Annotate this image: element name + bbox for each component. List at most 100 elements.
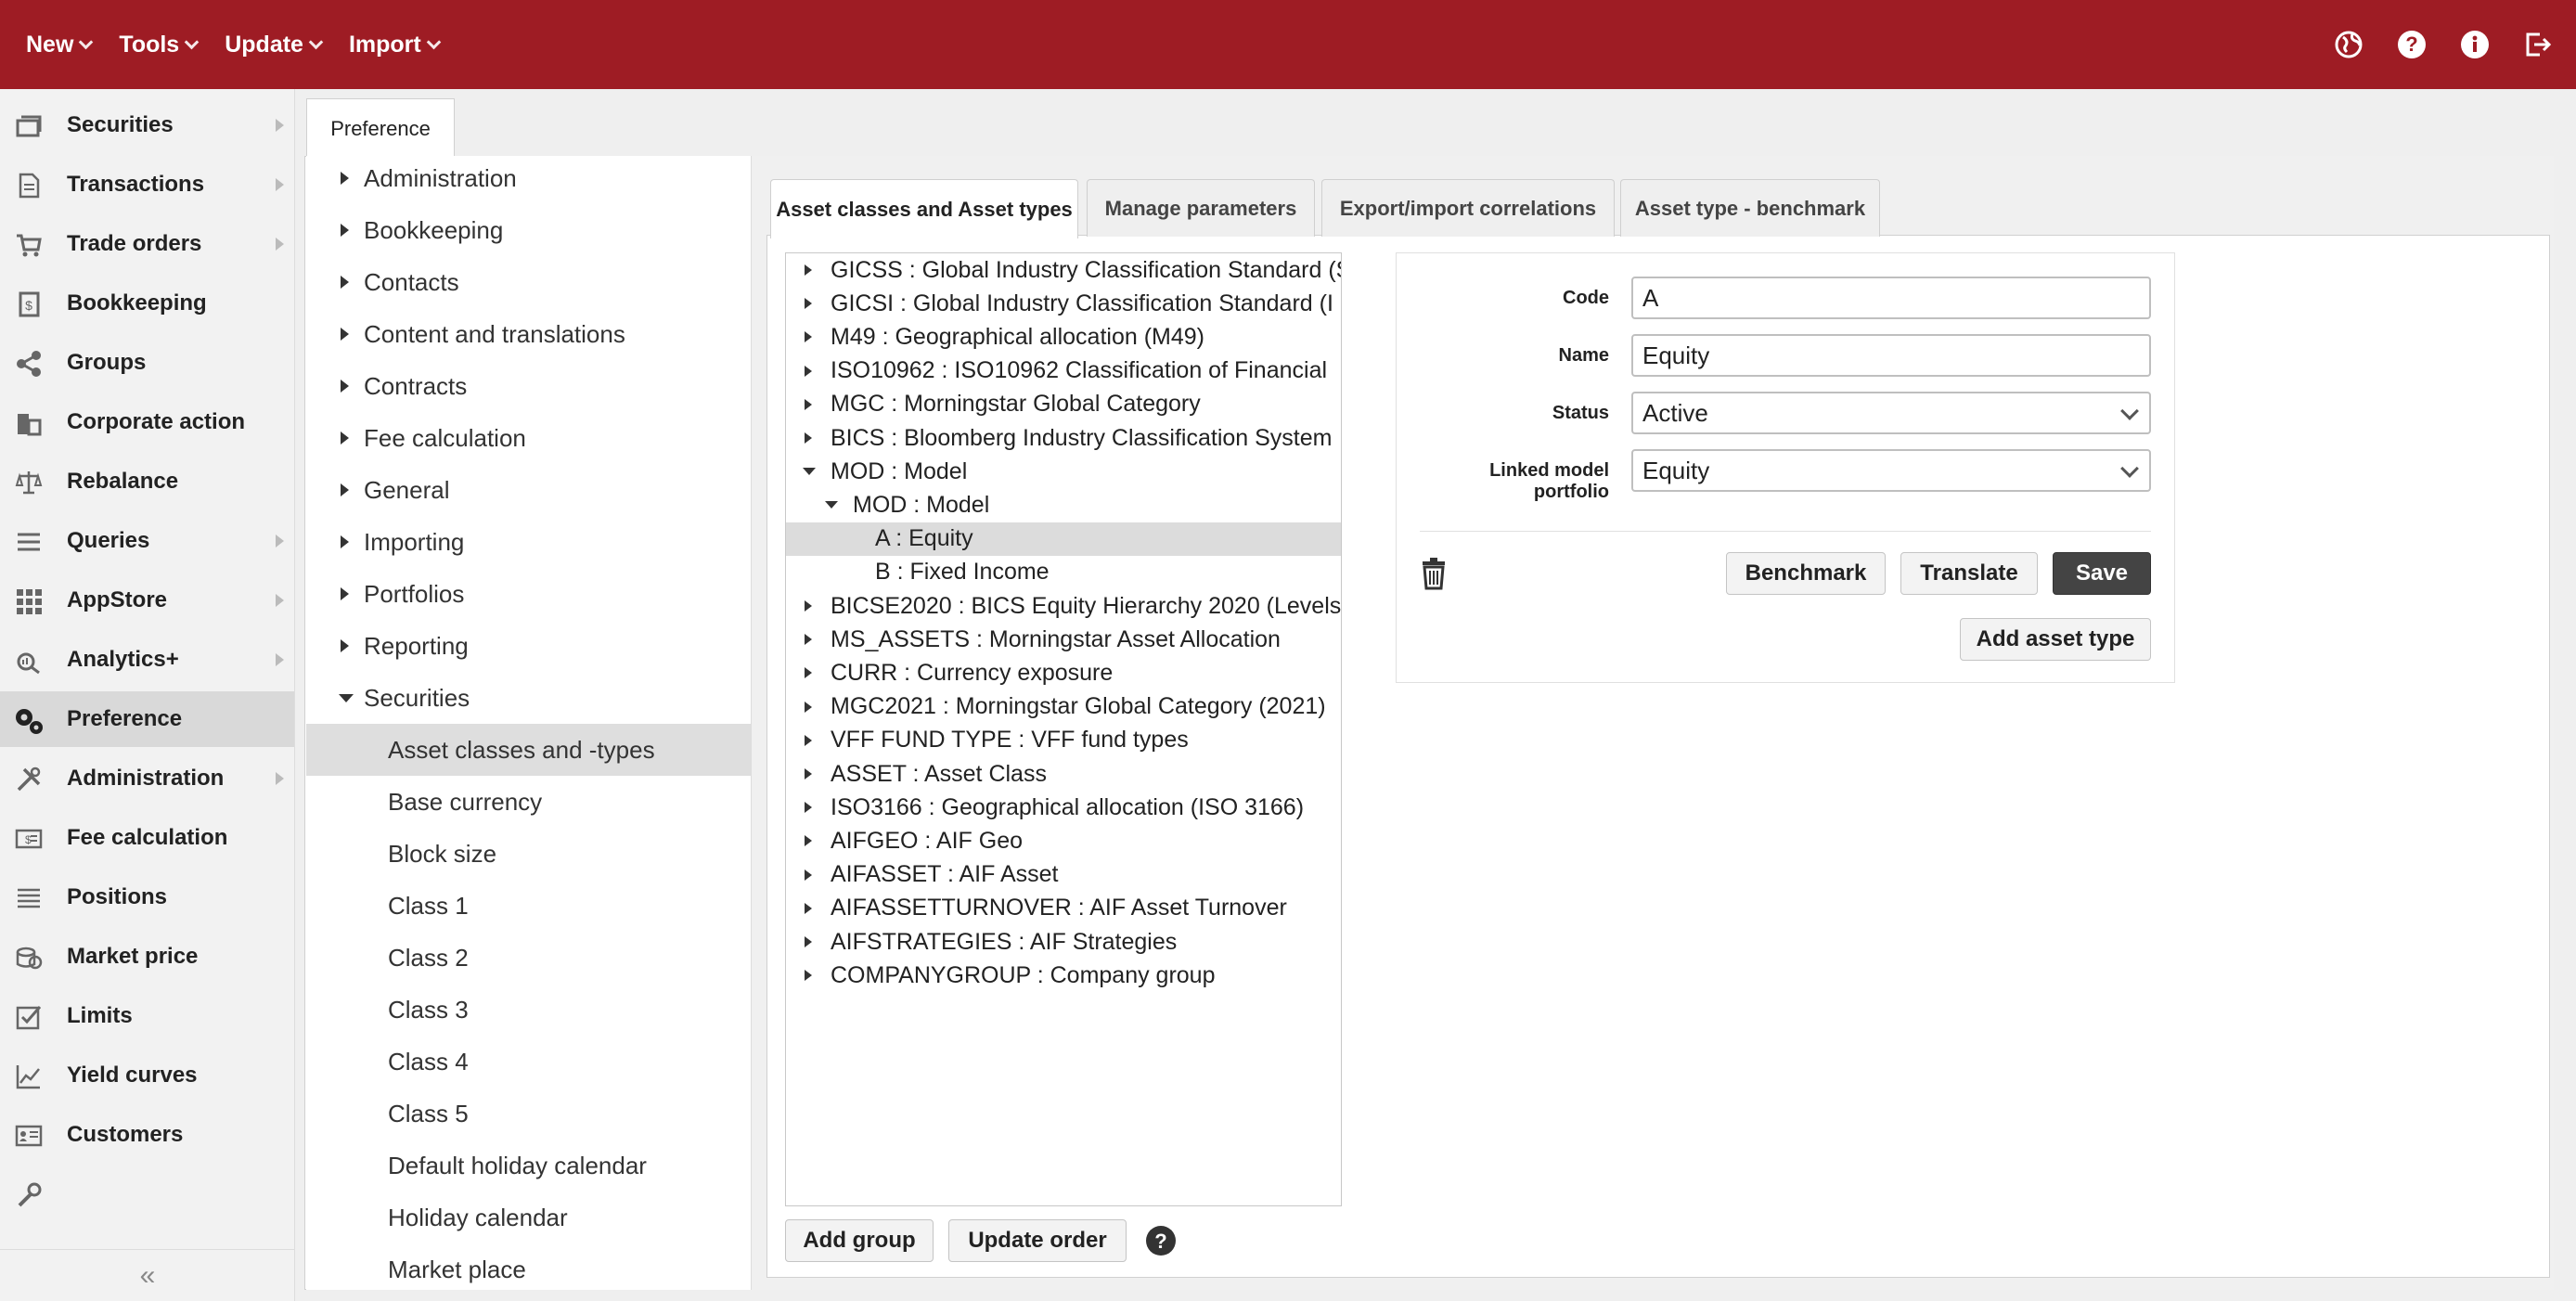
caret-right-icon[interactable] bbox=[805, 667, 812, 679]
add-group-button[interactable]: Add group bbox=[785, 1219, 934, 1262]
caret-right-icon[interactable] bbox=[805, 902, 812, 914]
tree-node[interactable]: VFF FUND TYPE : VFF fund types bbox=[786, 724, 1341, 757]
pref-group-fee-calculation[interactable]: Fee calculation bbox=[306, 412, 751, 464]
sidebar-item-rebalance[interactable]: Rebalance bbox=[0, 454, 294, 509]
caret-down-icon[interactable] bbox=[803, 468, 816, 476]
help-circle-icon[interactable]: ? bbox=[1145, 1225, 1177, 1256]
tree-node[interactable]: COMPANYGROUP : Company group bbox=[786, 959, 1341, 992]
sidebar-item-yield-curves[interactable]: Yield curves bbox=[0, 1048, 294, 1103]
caret-right-icon[interactable] bbox=[805, 331, 812, 343]
pref-group-contracts[interactable]: Contracts bbox=[306, 360, 751, 412]
caret-right-icon[interactable] bbox=[805, 600, 812, 612]
tree-node[interactable]: ISO10962 : ISO10962 Classification of Fi… bbox=[786, 354, 1341, 388]
tree-node[interactable]: BICS : Bloomberg Industry Classification… bbox=[786, 421, 1341, 455]
caret-right-icon[interactable] bbox=[805, 936, 812, 947]
caret-right-icon[interactable] bbox=[805, 768, 812, 779]
caret-down-icon[interactable] bbox=[825, 501, 838, 509]
logout-icon[interactable] bbox=[2522, 29, 2554, 60]
name-field[interactable]: Equity bbox=[1631, 334, 2151, 377]
tab-manage-parameters[interactable]: Manage parameters bbox=[1087, 179, 1315, 237]
tree-node[interactable]: BICSE2020 : BICS Equity Hierarchy 2020 (… bbox=[786, 589, 1341, 623]
menu-update[interactable]: Update bbox=[225, 32, 324, 58]
tab-preference[interactable]: Preference bbox=[306, 98, 455, 158]
pref-item-market-place[interactable]: Market place bbox=[306, 1243, 751, 1290]
sidebar-item-appstore[interactable]: AppStore bbox=[0, 573, 294, 628]
tab-asset-classes[interactable]: Asset classes and Asset types bbox=[770, 179, 1078, 238]
tree-node[interactable]: MGC : Morningstar Global Category bbox=[786, 388, 1341, 421]
caret-right-icon[interactable] bbox=[805, 264, 812, 276]
sidebar-item-portfolios[interactable]: Portfolios bbox=[0, 89, 294, 95]
tree-node[interactable]: MOD : Model bbox=[786, 455, 1341, 488]
pref-group-importing[interactable]: Importing bbox=[306, 516, 751, 568]
save-button[interactable]: Save bbox=[2053, 552, 2151, 595]
caret-right-icon[interactable] bbox=[805, 365, 812, 377]
sidebar-item-bookkeeping[interactable]: $ Bookkeeping bbox=[0, 276, 294, 331]
tree-node[interactable]: CURR : Currency exposure bbox=[786, 656, 1341, 689]
sidebar-item-securities[interactable]: Securities bbox=[0, 97, 294, 153]
pref-group-portfolios[interactable]: Portfolios bbox=[306, 568, 751, 620]
tree-leaf[interactable]: A : Equity bbox=[786, 522, 1341, 556]
tree-node[interactable]: MS_ASSETS : Morningstar Asset Allocation bbox=[786, 623, 1341, 656]
pref-group-administration[interactable]: Administration bbox=[306, 156, 751, 204]
sidebar-item-groups[interactable]: Groups bbox=[0, 335, 294, 391]
tree-node[interactable]: MOD : Model bbox=[786, 488, 1341, 522]
sidebar-item-queries[interactable]: Queries bbox=[0, 513, 294, 569]
sidebar-item-trade-orders[interactable]: Trade orders bbox=[0, 216, 294, 272]
tree-node[interactable]: AIFASSET : AIF Asset bbox=[786, 858, 1341, 892]
caret-right-icon[interactable] bbox=[805, 432, 812, 444]
pref-item-holiday-calendar[interactable]: Holiday calendar bbox=[306, 1192, 751, 1243]
translate-button[interactable]: Translate bbox=[1900, 552, 2038, 595]
pref-group-reporting[interactable]: Reporting bbox=[306, 620, 751, 672]
caret-right-icon[interactable] bbox=[805, 734, 812, 746]
pref-group-contacts[interactable]: Contacts bbox=[306, 256, 751, 308]
help-icon[interactable]: ? bbox=[2396, 29, 2428, 60]
sidebar-item-preference[interactable]: Preference bbox=[0, 691, 294, 747]
sidebar-item-market-price[interactable]: Market price bbox=[0, 929, 294, 985]
caret-right-icon[interactable] bbox=[805, 970, 812, 982]
pref-item-block-size[interactable]: Block size bbox=[306, 828, 751, 880]
sidebar-item-transactions[interactable]: Transactions bbox=[0, 157, 294, 213]
pref-item-class-3[interactable]: Class 3 bbox=[306, 984, 751, 1036]
menu-tools[interactable]: Tools bbox=[119, 32, 200, 58]
caret-right-icon[interactable] bbox=[805, 634, 812, 646]
caret-right-icon[interactable] bbox=[805, 398, 812, 410]
tree-node[interactable]: AIFASSETTURNOVER : AIF Asset Turnover bbox=[786, 892, 1341, 925]
tree-node[interactable]: GICSS : Global Industry Classification S… bbox=[786, 253, 1341, 287]
pref-item-class-4[interactable]: Class 4 bbox=[306, 1036, 751, 1088]
code-field[interactable]: A bbox=[1631, 277, 2151, 319]
caret-right-icon[interactable] bbox=[805, 869, 812, 881]
caret-right-icon[interactable] bbox=[805, 701, 812, 713]
tree-node[interactable]: ASSET : Asset Class bbox=[786, 757, 1341, 791]
sidebar-item-customers[interactable]: Customers bbox=[0, 1107, 294, 1163]
pref-item-asset-classes-and-types[interactable]: Asset classes and -types bbox=[306, 724, 751, 776]
sidebar-item-limits[interactable]: Limits bbox=[0, 988, 294, 1044]
sidebar-item-administration[interactable]: Administration bbox=[0, 751, 294, 806]
tree-node[interactable]: M49 : Geographical allocation (M49) bbox=[786, 320, 1341, 354]
caret-right-icon[interactable] bbox=[805, 835, 812, 847]
sidebar-item-positions[interactable]: Positions bbox=[0, 869, 294, 925]
pref-item-class-5[interactable]: Class 5 bbox=[306, 1088, 751, 1140]
update-order-button[interactable]: Update order bbox=[948, 1219, 1127, 1262]
caret-right-icon[interactable] bbox=[805, 298, 812, 310]
tab-asset-type-benchmark[interactable]: Asset type - benchmark bbox=[1620, 179, 1880, 237]
collapse-sidebar-button[interactable]: « bbox=[0, 1249, 294, 1301]
tab-export-import[interactable]: Export/import correlations bbox=[1321, 179, 1615, 237]
sidebar-item-analytics[interactable]: Analytics+ bbox=[0, 632, 294, 688]
tree-node[interactable]: AIFGEO : AIF Geo bbox=[786, 824, 1341, 857]
pref-item-class-2[interactable]: Class 2 bbox=[306, 932, 751, 984]
benchmark-button[interactable]: Benchmark bbox=[1726, 552, 1886, 595]
menu-import[interactable]: Import bbox=[349, 32, 442, 58]
add-asset-type-button[interactable]: Add asset type bbox=[1960, 618, 2151, 661]
tree-leaf[interactable]: B : Fixed Income bbox=[786, 556, 1341, 589]
status-select[interactable]: Active bbox=[1631, 392, 2151, 434]
pref-group-bookkeeping[interactable]: Bookkeeping bbox=[306, 204, 751, 256]
tree-node[interactable]: AIFSTRATEGIES : AIF Strategies bbox=[786, 925, 1341, 959]
pref-item-default-holiday-calendar[interactable]: Default holiday calendar bbox=[306, 1140, 751, 1192]
caret-right-icon[interactable] bbox=[805, 802, 812, 814]
menu-new[interactable]: New bbox=[26, 32, 94, 58]
pref-item-base-currency[interactable]: Base currency bbox=[306, 776, 751, 828]
pref-group-content-and-translations[interactable]: Content and translations bbox=[306, 308, 751, 360]
trash-icon[interactable] bbox=[1420, 557, 1448, 590]
pref-item-class-1[interactable]: Class 1 bbox=[306, 880, 751, 932]
globe-icon[interactable] bbox=[2333, 29, 2364, 60]
